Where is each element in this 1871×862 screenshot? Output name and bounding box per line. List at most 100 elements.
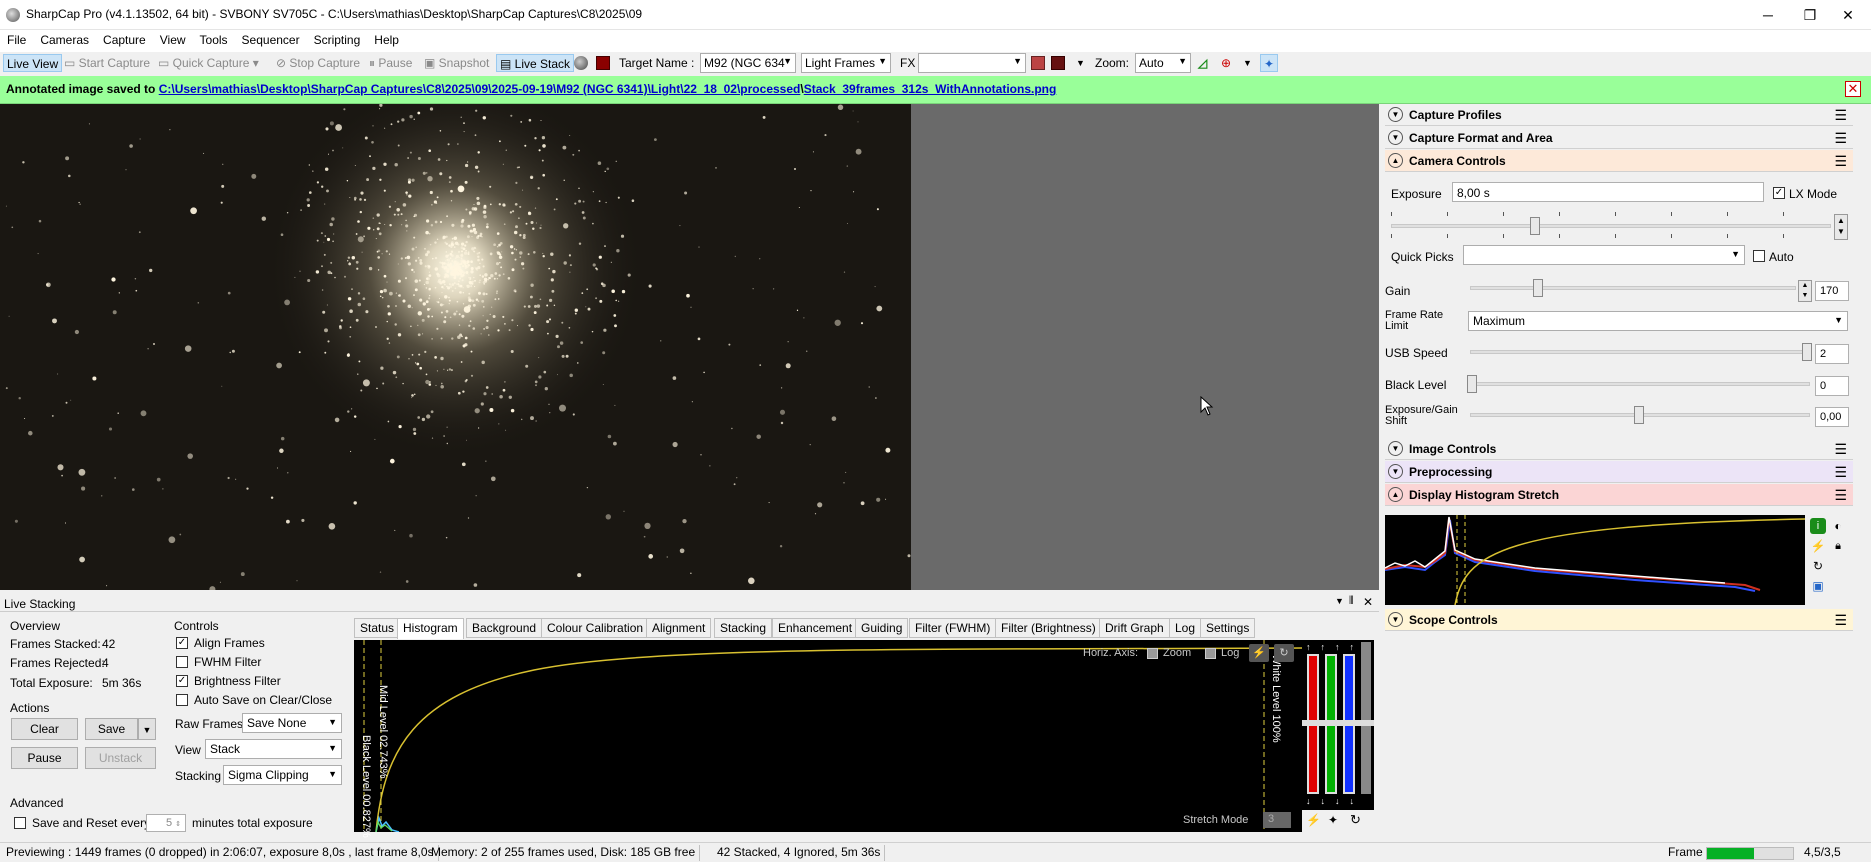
- tab-enhancement[interactable]: Enhancement: [772, 618, 859, 638]
- usb-speed-input[interactable]: 2: [1815, 344, 1849, 364]
- stop-capture-button[interactable]: ⊘ Stop Capture: [276, 54, 360, 72]
- section-camera-controls[interactable]: ▲ Camera Controls ☰: [1385, 150, 1853, 172]
- fwhm-filter-checkbox[interactable]: [176, 656, 188, 668]
- snapshot-button[interactable]: ▣ Snapshot: [424, 54, 489, 72]
- stretch-info-icon[interactable]: i: [1810, 518, 1826, 534]
- tab-settings[interactable]: Settings: [1200, 618, 1256, 638]
- auto-save-checkbox[interactable]: [176, 694, 188, 706]
- live-view-button[interactable]: Live View: [3, 54, 63, 72]
- hamburger-icon[interactable]: ☰: [1834, 153, 1847, 170]
- unstack-button[interactable]: Unstack: [85, 747, 156, 769]
- channel-midpoint-handles[interactable]: [1302, 720, 1374, 726]
- menu-cameras[interactable]: Cameras: [33, 30, 96, 50]
- zoom-magnifier-icon[interactable]: ⊕: [1221, 54, 1231, 72]
- gain-slider-thumb[interactable]: [1533, 279, 1543, 297]
- zoom-combo[interactable]: Auto ▼: [1135, 53, 1191, 73]
- section-image-controls[interactable]: ▼ Image Controls ☰: [1385, 438, 1853, 460]
- save-icon[interactable]: ▣: [1810, 578, 1826, 594]
- usb-speed-slider[interactable]: [1470, 350, 1810, 354]
- pause-button[interactable]: ⏸ Pause: [369, 54, 412, 72]
- pin-icon[interactable]: ⫴: [1349, 595, 1354, 608]
- channel-up-arrows[interactable]: ↑↑↑↑: [1306, 642, 1364, 652]
- menu-view[interactable]: View: [153, 30, 193, 50]
- hamburger-icon[interactable]: ☰: [1834, 441, 1847, 458]
- exposure-slider[interactable]: [1391, 224, 1831, 228]
- exp-gain-shift-slider-thumb[interactable]: [1634, 406, 1644, 424]
- frame-rate-select[interactable]: Maximum ▼: [1468, 311, 1848, 331]
- tab-filter-brightness[interactable]: Filter (Brightness): [995, 618, 1102, 638]
- reticle-icon[interactable]: [1031, 56, 1045, 70]
- focus-icon[interactable]: [596, 56, 610, 70]
- hamburger-icon[interactable]: ☰: [1834, 464, 1847, 481]
- clear-button[interactable]: Clear: [11, 718, 78, 740]
- polar-align-icon[interactable]: [574, 56, 588, 70]
- quick-capture-button[interactable]: ▭ Quick Capture ▾: [158, 54, 259, 72]
- section-preprocessing[interactable]: ▼ Preprocessing ☰: [1385, 461, 1853, 483]
- log-axis-checkbox[interactable]: [1205, 648, 1216, 659]
- section-display-histogram-stretch[interactable]: ▲ Display Histogram Stretch ☰: [1385, 484, 1853, 506]
- gain-slider[interactable]: [1470, 286, 1796, 290]
- exp-gain-shift-input[interactable]: 0,00: [1815, 407, 1849, 427]
- hamburger-icon[interactable]: ☰: [1834, 487, 1847, 504]
- menu-file[interactable]: File: [0, 30, 33, 50]
- lightning-icon[interactable]: ⚡: [1249, 644, 1269, 662]
- menu-scripting[interactable]: Scripting: [307, 30, 368, 50]
- start-capture-button[interactable]: ▭ Start Capture: [64, 54, 150, 72]
- section-scope-controls[interactable]: ▼ Scope Controls ☰: [1385, 609, 1853, 631]
- usb-speed-slider-thumb[interactable]: [1802, 343, 1812, 361]
- hamburger-icon[interactable]: ☰: [1834, 612, 1847, 629]
- zoom-axis-checkbox[interactable]: [1147, 648, 1158, 659]
- histogram-icon[interactable]: ◿: [1198, 54, 1207, 72]
- minimize-button[interactable]: ─: [1745, 0, 1791, 30]
- stretch-mode-input[interactable]: 3: [1263, 812, 1291, 828]
- view-select[interactable]: Stack ▼: [205, 739, 342, 759]
- chevron-down-icon[interactable]: ▼: [1076, 54, 1085, 72]
- stack-histogram[interactable]: Black Level 00.827% Mid Level 02.743% Wh…: [354, 640, 1302, 838]
- black-level-slider-thumb[interactable]: [1467, 375, 1477, 393]
- lock-icon[interactable]: 🔒︎: [1830, 538, 1846, 554]
- close-window-button[interactable]: ✕: [1825, 0, 1871, 30]
- section-capture-profiles[interactable]: ▼ Capture Profiles ☰: [1385, 104, 1853, 126]
- black-level-input[interactable]: 0: [1815, 376, 1849, 396]
- notification-dir-link[interactable]: C:\Users\mathias\Desktop\SharpCap Captur…: [159, 82, 801, 96]
- tab-histogram[interactable]: Histogram: [397, 618, 464, 639]
- black-level-slider[interactable]: [1470, 382, 1810, 386]
- save-reset-minutes-input[interactable]: 5 ⇕: [146, 814, 186, 832]
- save-button[interactable]: Save: [85, 718, 138, 740]
- quick-picks-auto-checkbox[interactable]: [1753, 250, 1765, 262]
- save-reset-checkbox[interactable]: [14, 817, 26, 829]
- hamburger-icon[interactable]: ☰: [1834, 130, 1847, 147]
- chevron-down-icon[interactable]: ▼: [1243, 54, 1252, 72]
- reset-icon[interactable]: ↻: [1350, 812, 1361, 828]
- live-image[interactable]: [0, 104, 911, 590]
- hamburger-icon[interactable]: ☰: [1834, 107, 1847, 124]
- tab-filter-fwhm[interactable]: Filter (FWHM): [909, 618, 997, 638]
- sparkle-icon[interactable]: ✦: [1328, 813, 1338, 827]
- overlay-icon[interactable]: [1051, 56, 1065, 70]
- tab-alignment[interactable]: Alignment: [646, 618, 712, 638]
- tab-drift-graph[interactable]: Drift Graph: [1099, 618, 1170, 638]
- menu-help[interactable]: Help: [367, 30, 406, 50]
- tab-colour-calibration[interactable]: Colour Calibration: [541, 618, 650, 638]
- menu-tools[interactable]: Tools: [193, 30, 235, 50]
- stretch-histogram[interactable]: [1384, 515, 1806, 606]
- fx-combo[interactable]: ▼: [918, 53, 1026, 73]
- exposure-spinner[interactable]: ▲ ▼: [1834, 214, 1848, 240]
- target-name-combo[interactable]: M92 (NGC 634 ▼: [700, 53, 796, 73]
- lx-mode-checkbox[interactable]: ✓: [1773, 187, 1785, 199]
- tab-background[interactable]: Background: [466, 618, 543, 638]
- quick-picks-select[interactable]: ▼: [1463, 245, 1745, 265]
- dropdown-icon[interactable]: ▼: [1335, 596, 1344, 606]
- luminance-channel-slider[interactable]: [1361, 642, 1371, 794]
- save-options-button[interactable]: ▼: [138, 718, 156, 740]
- reset-icon[interactable]: ↻: [1810, 558, 1826, 574]
- exposure-slider-thumb[interactable]: [1530, 217, 1540, 235]
- frame-type-combo[interactable]: Light Frames ▼: [801, 53, 891, 73]
- lightning-icon[interactable]: ⚡: [1306, 813, 1321, 827]
- raw-frames-select[interactable]: Save None ▼: [242, 713, 342, 733]
- menu-sequencer[interactable]: Sequencer: [235, 30, 307, 50]
- close-icon[interactable]: ✕: [1845, 81, 1861, 97]
- menu-capture[interactable]: Capture: [96, 30, 153, 50]
- tab-log[interactable]: Log: [1169, 618, 1202, 638]
- pause-stacking-button[interactable]: Pause: [11, 747, 78, 769]
